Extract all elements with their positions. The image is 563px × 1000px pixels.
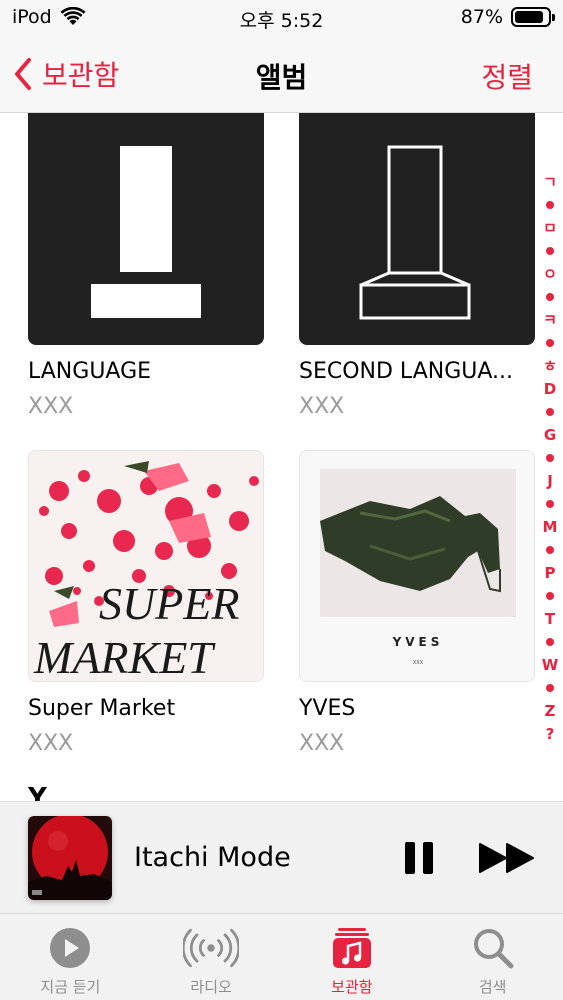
index-letter[interactable]: ㅇ (543, 262, 557, 285)
index-dot[interactable] (546, 239, 554, 262)
index-dot-marker (546, 292, 554, 301)
tab-search[interactable]: 검색 (422, 914, 563, 1000)
library-music-icon (332, 928, 371, 968)
outline-monument-artwork (359, 145, 471, 320)
index-letter[interactable]: Z (545, 699, 556, 722)
battery-nub (552, 14, 555, 21)
index-dot[interactable] (546, 331, 554, 354)
status-bar: iPod 오후 5:52 87% (0, 0, 563, 36)
now-playing-artwork[interactable] (28, 816, 112, 900)
tab-label: 라디오 (190, 978, 232, 996)
tab-library[interactable]: 보관함 (282, 914, 423, 1000)
section-index-bar[interactable]: ㄱㅁㅇㅋㅎ D G J M P T W Z? (538, 170, 562, 745)
index-letter[interactable]: ㄱ (543, 170, 557, 193)
album-item[interactable]: SECOND LANGUA... XXX (299, 113, 535, 419)
battery-percent: 87% (460, 6, 503, 28)
tab-listen-now[interactable]: 지금 듣기 (0, 914, 141, 1000)
index-letter[interactable]: P (545, 561, 556, 584)
index-dot-marker (546, 591, 554, 600)
tab-radio[interactable]: 라디오 (141, 914, 282, 1000)
index-dot[interactable] (546, 193, 554, 216)
battery-group: 87% (460, 6, 555, 28)
index-letter[interactable]: T (545, 607, 555, 630)
index-letter[interactable]: ㅋ (543, 308, 557, 331)
radio-broadcast-icon (183, 928, 240, 968)
battery-fill (515, 11, 543, 23)
red-moon-artwork (28, 816, 112, 900)
index-dot-marker (546, 453, 554, 462)
index-dot[interactable] (546, 584, 554, 607)
mini-player[interactable]: Itachi Mode (0, 801, 563, 913)
index-dot[interactable] (546, 400, 554, 423)
album-title: YVES (299, 696, 356, 721)
album-artist: XXX (299, 394, 345, 419)
index-dot-marker (546, 683, 554, 692)
fast-forward-icon[interactable] (478, 842, 536, 874)
album-cover-yves[interactable]: YVES XXX (299, 450, 535, 682)
album-artist: XXX (299, 731, 345, 756)
tab-bar: 지금 듣기 라디오 보관함 검색 (0, 913, 563, 1000)
index-dot-marker (546, 246, 554, 255)
cover-text-market: MARKET (33, 632, 216, 682)
watermelon-splatter-artwork: SUPER MARKET (29, 451, 263, 682)
index-letter[interactable]: G (544, 423, 556, 446)
index-dot[interactable] (546, 285, 554, 308)
index-dot[interactable] (546, 446, 554, 469)
search-icon (473, 929, 514, 969)
album-cover-language[interactable] (28, 113, 264, 345)
index-letter[interactable]: D (544, 377, 556, 400)
index-letter[interactable]: J (547, 469, 553, 492)
index-dot-marker (546, 200, 554, 209)
sort-button[interactable]: 정렬 (481, 56, 533, 96)
album-cover-super-market[interactable]: SUPER MARKET (28, 450, 264, 682)
index-dot[interactable] (546, 492, 554, 515)
tab-label: 검색 (478, 978, 507, 996)
album-title: Super Market (28, 696, 176, 721)
section-header: Y (28, 783, 47, 801)
index-letter[interactable]: ㅁ (543, 216, 557, 239)
album-item[interactable]: LANGUAGE XXX (28, 113, 264, 419)
album-artist: XXX (28, 731, 74, 756)
index-dot-marker (546, 499, 554, 508)
index-dot-marker (546, 407, 554, 416)
album-title: SECOND LANGUA... (299, 359, 513, 384)
index-dot[interactable] (546, 676, 554, 699)
battery-icon (511, 7, 555, 27)
index-dot[interactable] (546, 630, 554, 653)
now-playing-title: Itachi Mode (134, 842, 291, 873)
index-letter[interactable]: M (543, 515, 558, 538)
page-title: 앨범 (255, 61, 308, 94)
index-dot-marker (546, 637, 554, 646)
index-letter[interactable]: ㅎ (543, 354, 557, 377)
cover-text-xxx: XXX (413, 660, 424, 666)
index-letter[interactable]: ? (546, 722, 555, 745)
album-cover-second-language[interactable] (299, 113, 535, 345)
nav-bar: 보관함 앨범 정렬 (0, 36, 563, 113)
pause-icon[interactable] (403, 840, 435, 876)
index-dot-marker (546, 545, 554, 554)
album-title: LANGUAGE (28, 359, 152, 384)
album-grid: LANGUAGE XXX SECOND LANGUA... XXX SUPER … (0, 113, 563, 801)
cover-text-yves: YVES (392, 635, 444, 649)
index-letter[interactable]: W (542, 653, 559, 676)
monument-artwork (91, 146, 201, 318)
album-artist: XXX (28, 394, 74, 419)
album-item[interactable]: YVES XXX YVES XXX (299, 450, 535, 756)
index-dot[interactable] (546, 538, 554, 561)
cover-text-super: SUPER (99, 578, 240, 629)
tab-label: 지금 듣기 (40, 978, 101, 996)
dress-artwork: YVES XXX (300, 451, 534, 681)
play-circle-icon (50, 928, 91, 968)
index-dot-marker (546, 338, 554, 347)
tab-label: 보관함 (331, 978, 373, 996)
album-item[interactable]: SUPER MARKET Super Market XXX (28, 450, 264, 756)
